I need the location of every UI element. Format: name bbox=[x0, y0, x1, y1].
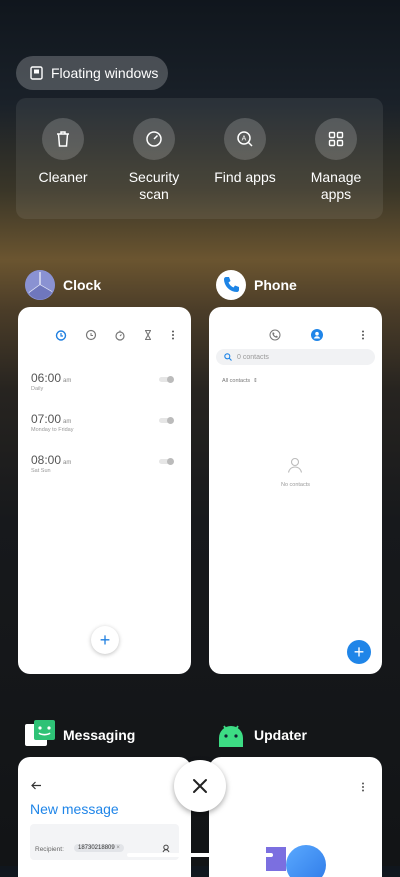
floating-window-icon bbox=[30, 66, 43, 80]
grid-icon bbox=[315, 118, 357, 160]
cleaner-label: Cleaner bbox=[38, 169, 88, 185]
contacts-filter-dropdown[interactable]: All contacts ⇕ bbox=[222, 378, 258, 384]
contacts-tab-icon[interactable] bbox=[311, 329, 323, 341]
empty-contacts-text: No contacts bbox=[280, 482, 311, 488]
alarm-ampm: am bbox=[63, 460, 72, 466]
chevron-updown-icon: ⇕ bbox=[253, 378, 258, 384]
alarm-item[interactable]: 06:00 am Daily bbox=[31, 371, 179, 392]
find-apps-button[interactable]: A Find apps bbox=[200, 118, 290, 186]
stopwatch-tab-icon[interactable] bbox=[114, 329, 126, 341]
updater-illustration-circle bbox=[286, 845, 326, 877]
home-indicator[interactable] bbox=[127, 853, 273, 857]
cleaner-button[interactable]: Cleaner bbox=[18, 118, 108, 186]
recipient-label: Recipient: bbox=[35, 846, 64, 853]
clock-tabs bbox=[18, 329, 191, 345]
trash-icon bbox=[42, 118, 84, 160]
find-apps-icon: A bbox=[224, 118, 266, 160]
alarm-time: 07:00 bbox=[31, 412, 62, 426]
messaging-app-card[interactable]: New message Recipient: 18730218809 × bbox=[18, 757, 191, 877]
updater-app-card[interactable] bbox=[209, 757, 382, 877]
alarm-toggle[interactable] bbox=[159, 417, 174, 424]
plus-icon: + bbox=[99, 629, 111, 650]
more-options-icon[interactable] bbox=[171, 329, 175, 341]
world-clock-tab-icon[interactable] bbox=[85, 329, 97, 341]
floating-windows-button[interactable]: Floating windows bbox=[16, 56, 168, 90]
clock-app-icon bbox=[25, 270, 55, 300]
security-gauge-icon bbox=[133, 118, 175, 160]
alarm-tab-icon[interactable] bbox=[55, 329, 67, 341]
updater-app-name: Updater bbox=[254, 727, 307, 743]
alarm-time: 08:00 bbox=[31, 453, 62, 467]
floating-windows-label: Floating windows bbox=[51, 65, 159, 81]
messaging-app-name: Messaging bbox=[63, 727, 136, 743]
alarm-item[interactable]: 07:00 am Monday to Friday bbox=[31, 412, 179, 433]
new-message-title: New message bbox=[30, 801, 119, 817]
alarm-ampm: am bbox=[63, 419, 72, 425]
updater-app-icon bbox=[216, 720, 246, 750]
back-arrow-icon[interactable] bbox=[31, 781, 42, 790]
clock-app-header[interactable]: Clock bbox=[25, 270, 101, 300]
alarm-ampm: am bbox=[63, 378, 72, 384]
contacts-filter-label: All contacts bbox=[222, 378, 251, 384]
manage-apps-label-1: Manage bbox=[310, 169, 362, 185]
search-placeholder: 0 contacts bbox=[237, 353, 269, 361]
search-icon bbox=[224, 353, 232, 361]
updater-illustration-square bbox=[266, 847, 286, 871]
messaging-app-icon bbox=[25, 720, 55, 750]
timer-tab-icon[interactable] bbox=[142, 329, 154, 341]
phone-app-name: Phone bbox=[254, 277, 297, 293]
messaging-app-header[interactable]: Messaging bbox=[25, 720, 135, 750]
alarm-item[interactable]: 08:00 am Sat Sun bbox=[31, 453, 179, 474]
alarm-repeat: Monday to Friday bbox=[31, 427, 74, 433]
updater-app-header[interactable]: Updater bbox=[216, 720, 307, 750]
manage-apps-button[interactable]: Manage apps bbox=[291, 118, 381, 203]
alarm-toggle[interactable] bbox=[159, 458, 174, 465]
phone-app-icon bbox=[216, 270, 246, 300]
phone-app-header[interactable]: Phone bbox=[216, 270, 297, 300]
empty-contact-icon bbox=[287, 457, 303, 473]
alarm-time: 06:00 bbox=[31, 371, 62, 385]
clock-app-name: Clock bbox=[63, 277, 102, 293]
contacts-search-input[interactable]: 0 contacts bbox=[216, 349, 375, 365]
add-alarm-button[interactable]: + bbox=[91, 626, 119, 654]
recipient-number: 18730218809 bbox=[78, 845, 115, 851]
security-scan-label-1: Security bbox=[128, 169, 180, 185]
security-scan-button[interactable]: Security scan bbox=[109, 118, 199, 203]
more-options-icon[interactable] bbox=[361, 781, 365, 793]
alarm-repeat: Daily bbox=[31, 386, 44, 392]
call-log-tab-icon[interactable] bbox=[269, 329, 281, 341]
more-options-icon[interactable] bbox=[361, 329, 365, 341]
security-scan-label-2: scan bbox=[139, 186, 169, 202]
clear-all-button[interactable] bbox=[174, 760, 226, 812]
plus-icon: + bbox=[353, 641, 365, 662]
manage-apps-label-2: apps bbox=[320, 186, 352, 202]
close-icon bbox=[193, 779, 207, 793]
clock-app-card[interactable]: 06:00 am Daily 07:00 am Monday to Friday 0… bbox=[18, 307, 191, 674]
phone-app-card[interactable]: 0 contacts All contacts ⇕ No contacts + bbox=[209, 307, 382, 674]
find-apps-label: Find apps bbox=[214, 169, 276, 185]
remove-recipient-icon[interactable]: × bbox=[116, 845, 120, 851]
svg-text:A: A bbox=[242, 136, 247, 143]
alarm-toggle[interactable] bbox=[159, 376, 174, 383]
alarm-repeat: Sat Sun bbox=[31, 468, 51, 474]
add-contact-button[interactable]: + bbox=[347, 640, 371, 664]
recipient-chip[interactable]: 18730218809 × bbox=[74, 844, 124, 852]
